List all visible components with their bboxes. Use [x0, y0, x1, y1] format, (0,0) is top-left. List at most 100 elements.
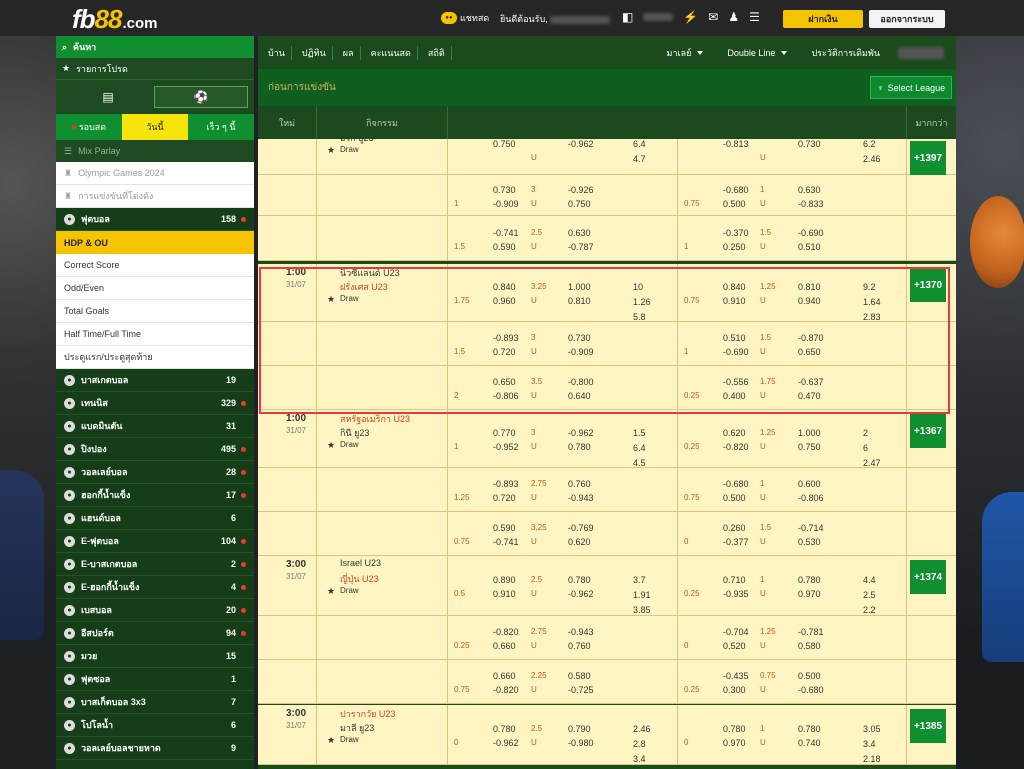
tab-sports-view[interactable]: ⚽ — [154, 86, 248, 108]
odds-value[interactable]: -0.943 — [568, 493, 594, 503]
odds-value[interactable]: 0.720 — [493, 493, 516, 503]
sidebar-item-sport[interactable]: ● ฮอกกี้น้ำแข็ง 17 — [56, 484, 254, 507]
odds-value[interactable]: 0.500 — [798, 671, 821, 681]
odds-value[interactable]: 0.590 — [493, 523, 516, 533]
odds-value[interactable]: 0.500 — [723, 493, 746, 503]
odds-value[interactable]: -0.962 — [568, 428, 594, 438]
odds-value[interactable]: -0.909 — [568, 347, 594, 357]
odds-value[interactable]: 0.250 — [723, 242, 746, 252]
logout-button[interactable]: ออกจากระบบ — [869, 10, 945, 28]
odds-value[interactable]: 0.740 — [798, 738, 821, 748]
odds-value[interactable]: 0.590 — [493, 242, 516, 252]
more-bets-button[interactable]: +1370 — [910, 268, 946, 302]
odds-value[interactable]: 0.810 — [568, 296, 591, 306]
odds-value[interactable]: 0.600 — [798, 479, 821, 489]
odds-1x2[interactable]: 5.8 — [633, 312, 646, 322]
odds-1x2[interactable]: 4.5 — [633, 458, 646, 468]
more-bets-button[interactable]: +1367 — [910, 414, 946, 448]
odds-value[interactable]: -0.787 — [568, 242, 594, 252]
nav-calendar[interactable]: ปฏิทิน — [292, 45, 333, 60]
odds-1x2[interactable]: 9.2 — [863, 282, 876, 292]
sidebar-item-sport[interactable]: ● แบดมินตัน 31 — [56, 415, 254, 438]
tab-upcoming[interactable]: เร็ว ๆ นี้ — [188, 114, 254, 140]
odds-1x2[interactable]: 1.26 — [633, 297, 651, 307]
tab-live[interactable]: รอบสด — [56, 114, 122, 140]
sidebar-item-sport[interactable]: ● เบสบอล 20 — [56, 599, 254, 622]
deposit-button[interactable]: ฝากเงิน — [783, 10, 863, 28]
odds-value[interactable]: 0.530 — [798, 537, 821, 547]
odds-value[interactable]: 0.780 — [798, 575, 821, 585]
odds-value[interactable]: 0.770 — [493, 428, 516, 438]
odds-value[interactable]: 0.810 — [798, 282, 821, 292]
odds-1x2[interactable]: 10 — [633, 282, 643, 292]
odds-1x2[interactable]: 2.18 — [863, 754, 881, 764]
odds-value[interactable]: -0.893 — [493, 333, 519, 343]
odds-value[interactable]: 0.510 — [723, 333, 746, 343]
odds-value[interactable]: 0.940 — [798, 296, 821, 306]
odds-value[interactable]: -0.962 — [568, 589, 594, 599]
odds-value[interactable]: -0.943 — [568, 627, 594, 637]
odds-value[interactable]: -0.680 — [723, 479, 749, 489]
favorite-star-icon[interactable]: ★ — [327, 735, 335, 746]
user-icon[interactable]: ♟ — [728, 9, 739, 25]
odds-value[interactable]: -0.556 — [723, 377, 749, 387]
odds-1x2[interactable]: 2.83 — [863, 312, 881, 322]
favorite-star-icon[interactable]: ★ — [327, 145, 335, 156]
sidebar-item-hdp-ou[interactable]: HDP & OU — [56, 231, 254, 254]
odds-value[interactable]: -0.806 — [493, 391, 519, 401]
odds-1x2[interactable]: 2.47 — [863, 458, 881, 468]
odds-value[interactable]: 0.520 — [723, 641, 746, 651]
sidebar-item-sport[interactable]: ● วอลเลย์บอล 28 — [56, 461, 254, 484]
nav-stats[interactable]: สถิติ — [418, 45, 452, 60]
odds-value[interactable]: 0.620 — [568, 537, 591, 547]
odds-1x2[interactable]: 6.4 — [633, 139, 646, 149]
odds-value[interactable]: -0.370 — [723, 228, 749, 238]
odds-value[interactable]: -0.833 — [798, 199, 824, 209]
odds-value[interactable]: -0.680 — [723, 185, 749, 195]
list-icon[interactable]: ☰ — [749, 9, 760, 25]
more-bets-button[interactable]: +1385 — [910, 709, 946, 743]
sidebar-item-sport[interactable]: ● ปิงปอง 495 — [56, 438, 254, 461]
sidebar-sub-item[interactable]: Odd/Even — [56, 277, 254, 300]
odds-value[interactable]: -0.926 — [568, 185, 594, 195]
odds-value[interactable]: -0.377 — [723, 537, 749, 547]
more-bets-button[interactable]: +1374 — [910, 560, 946, 594]
odds-value[interactable]: 0.750 — [568, 199, 591, 209]
odds-value[interactable]: -0.769 — [568, 523, 594, 533]
odds-1x2[interactable]: 1.5 — [633, 428, 646, 438]
promo-icon[interactable]: ✉ — [708, 9, 718, 25]
odds-1x2[interactable]: 4.4 — [863, 575, 876, 585]
odds-value[interactable]: -0.680 — [798, 685, 824, 695]
odds-value[interactable]: 0.650 — [798, 347, 821, 357]
odds-value[interactable]: -0.690 — [723, 347, 749, 357]
odds-1x2[interactable]: 2.46 — [863, 154, 881, 164]
odds-1x2[interactable]: 4.7 — [633, 154, 646, 164]
odds-value[interactable]: 0.720 — [493, 347, 516, 357]
odds-value[interactable]: -0.725 — [568, 685, 594, 695]
odds-value[interactable]: 0.580 — [568, 671, 591, 681]
odds-value[interactable]: -0.690 — [798, 228, 824, 238]
sidebar-item-sport[interactable]: ● วอลเลย์บอลชายหาด 9 — [56, 737, 254, 760]
live-chat-button[interactable]: ●● แชทสด — [441, 11, 489, 25]
wallet-icon[interactable]: ◧ — [622, 9, 633, 25]
sidebar-sub-item[interactable]: ประตูแรก/ประตูสุดท้าย — [56, 346, 254, 369]
refresh-icon[interactable]: ⚡ — [683, 9, 698, 25]
odds-value[interactable]: 0.730 — [798, 139, 821, 149]
odds-value[interactable]: 0.780 — [798, 724, 821, 734]
odds-value[interactable]: -0.820 — [493, 685, 519, 695]
odds-value[interactable]: -0.952 — [493, 442, 519, 452]
odds-1x2[interactable]: 2 — [863, 428, 868, 438]
sidebar-sub-item[interactable]: Half Time/Full Time — [56, 323, 254, 346]
sidebar-item-olympic[interactable]: ♜ Olympic Games 2024 — [56, 162, 254, 185]
odds-value[interactable]: 0.650 — [493, 377, 516, 387]
odds-value[interactable]: 0.780 — [723, 724, 746, 734]
odds-value[interactable]: -0.781 — [798, 627, 824, 637]
tab-list-view[interactable]: ▤ — [62, 86, 154, 108]
odds-1x2[interactable]: 6 — [863, 443, 868, 453]
odds-value[interactable]: 0.620 — [723, 428, 746, 438]
odds-value[interactable]: -0.806 — [798, 493, 824, 503]
odds-1x2[interactable]: 2.5 — [863, 590, 876, 600]
odds-value[interactable]: 0.910 — [723, 296, 746, 306]
odds-1x2[interactable]: 3.05 — [863, 724, 881, 734]
sidebar-item-sport[interactable]: ● E-บาสเกตบอล 2 — [56, 553, 254, 576]
